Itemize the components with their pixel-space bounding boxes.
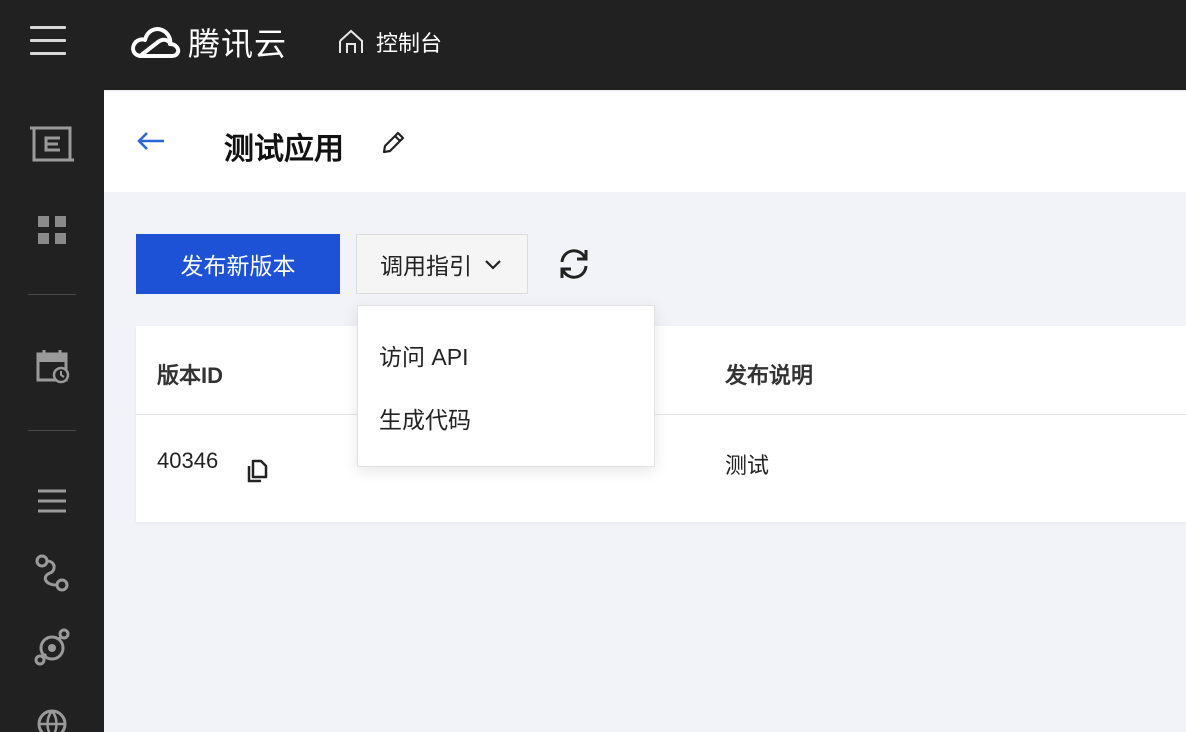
menu-item-generate-code[interactable]: 生成代码 <box>358 388 654 448</box>
version-id-cell: 40346 <box>157 448 219 473</box>
sidebar <box>0 90 104 732</box>
console-label: 控制台 <box>376 31 443 56</box>
chevron-down-icon <box>485 260 501 270</box>
home-icon <box>339 29 363 53</box>
console-link[interactable]: 控制台 <box>336 24 442 60</box>
sidebar-divider <box>28 430 76 431</box>
top-bar: 腾讯云 控制台 <box>0 0 1186 90</box>
sidebar-divider <box>28 294 76 295</box>
api-gateway-icon[interactable] <box>22 116 82 172</box>
page-header: 测试应用 <box>104 92 1186 192</box>
menu-icon[interactable] <box>30 26 68 56</box>
call-guide-menu: 访问 API 生成代码 <box>357 305 655 467</box>
globe-icon[interactable] <box>22 690 82 732</box>
calendar-icon[interactable] <box>22 338 82 394</box>
brand-logo[interactable]: 腾讯云 <box>128 20 287 64</box>
column-header-version-id: 版本ID <box>157 363 224 388</box>
flow-icon[interactable] <box>22 545 82 601</box>
column-header-description: 发布说明 <box>725 363 814 388</box>
description-cell: 测试 <box>725 453 770 478</box>
menu-item-access-api[interactable]: 访问 API <box>358 325 654 385</box>
table-row: 40346 测试 <box>136 416 1186 522</box>
cloud-logo-icon <box>131 27 181 58</box>
list-icon[interactable] <box>22 473 82 529</box>
publish-new-version-button[interactable]: 发布新版本 <box>136 234 340 294</box>
refresh-icon[interactable] <box>554 244 594 284</box>
versions-table: 版本ID 发布说明 40346 测试 <box>136 326 1186 522</box>
edit-icon[interactable] <box>378 128 408 158</box>
table-header: 版本ID 发布说明 <box>136 326 1186 415</box>
copy-icon[interactable] <box>244 458 270 484</box>
back-arrow-icon[interactable] <box>134 126 168 156</box>
brand-name: 腾讯云 <box>188 26 288 62</box>
page-title: 测试应用 <box>224 133 344 166</box>
call-guide-label: 调用指引 <box>380 253 472 279</box>
network-icon[interactable] <box>22 618 82 674</box>
grid-icon[interactable] <box>22 202 82 258</box>
call-guide-dropdown[interactable]: 调用指引 <box>356 234 528 294</box>
